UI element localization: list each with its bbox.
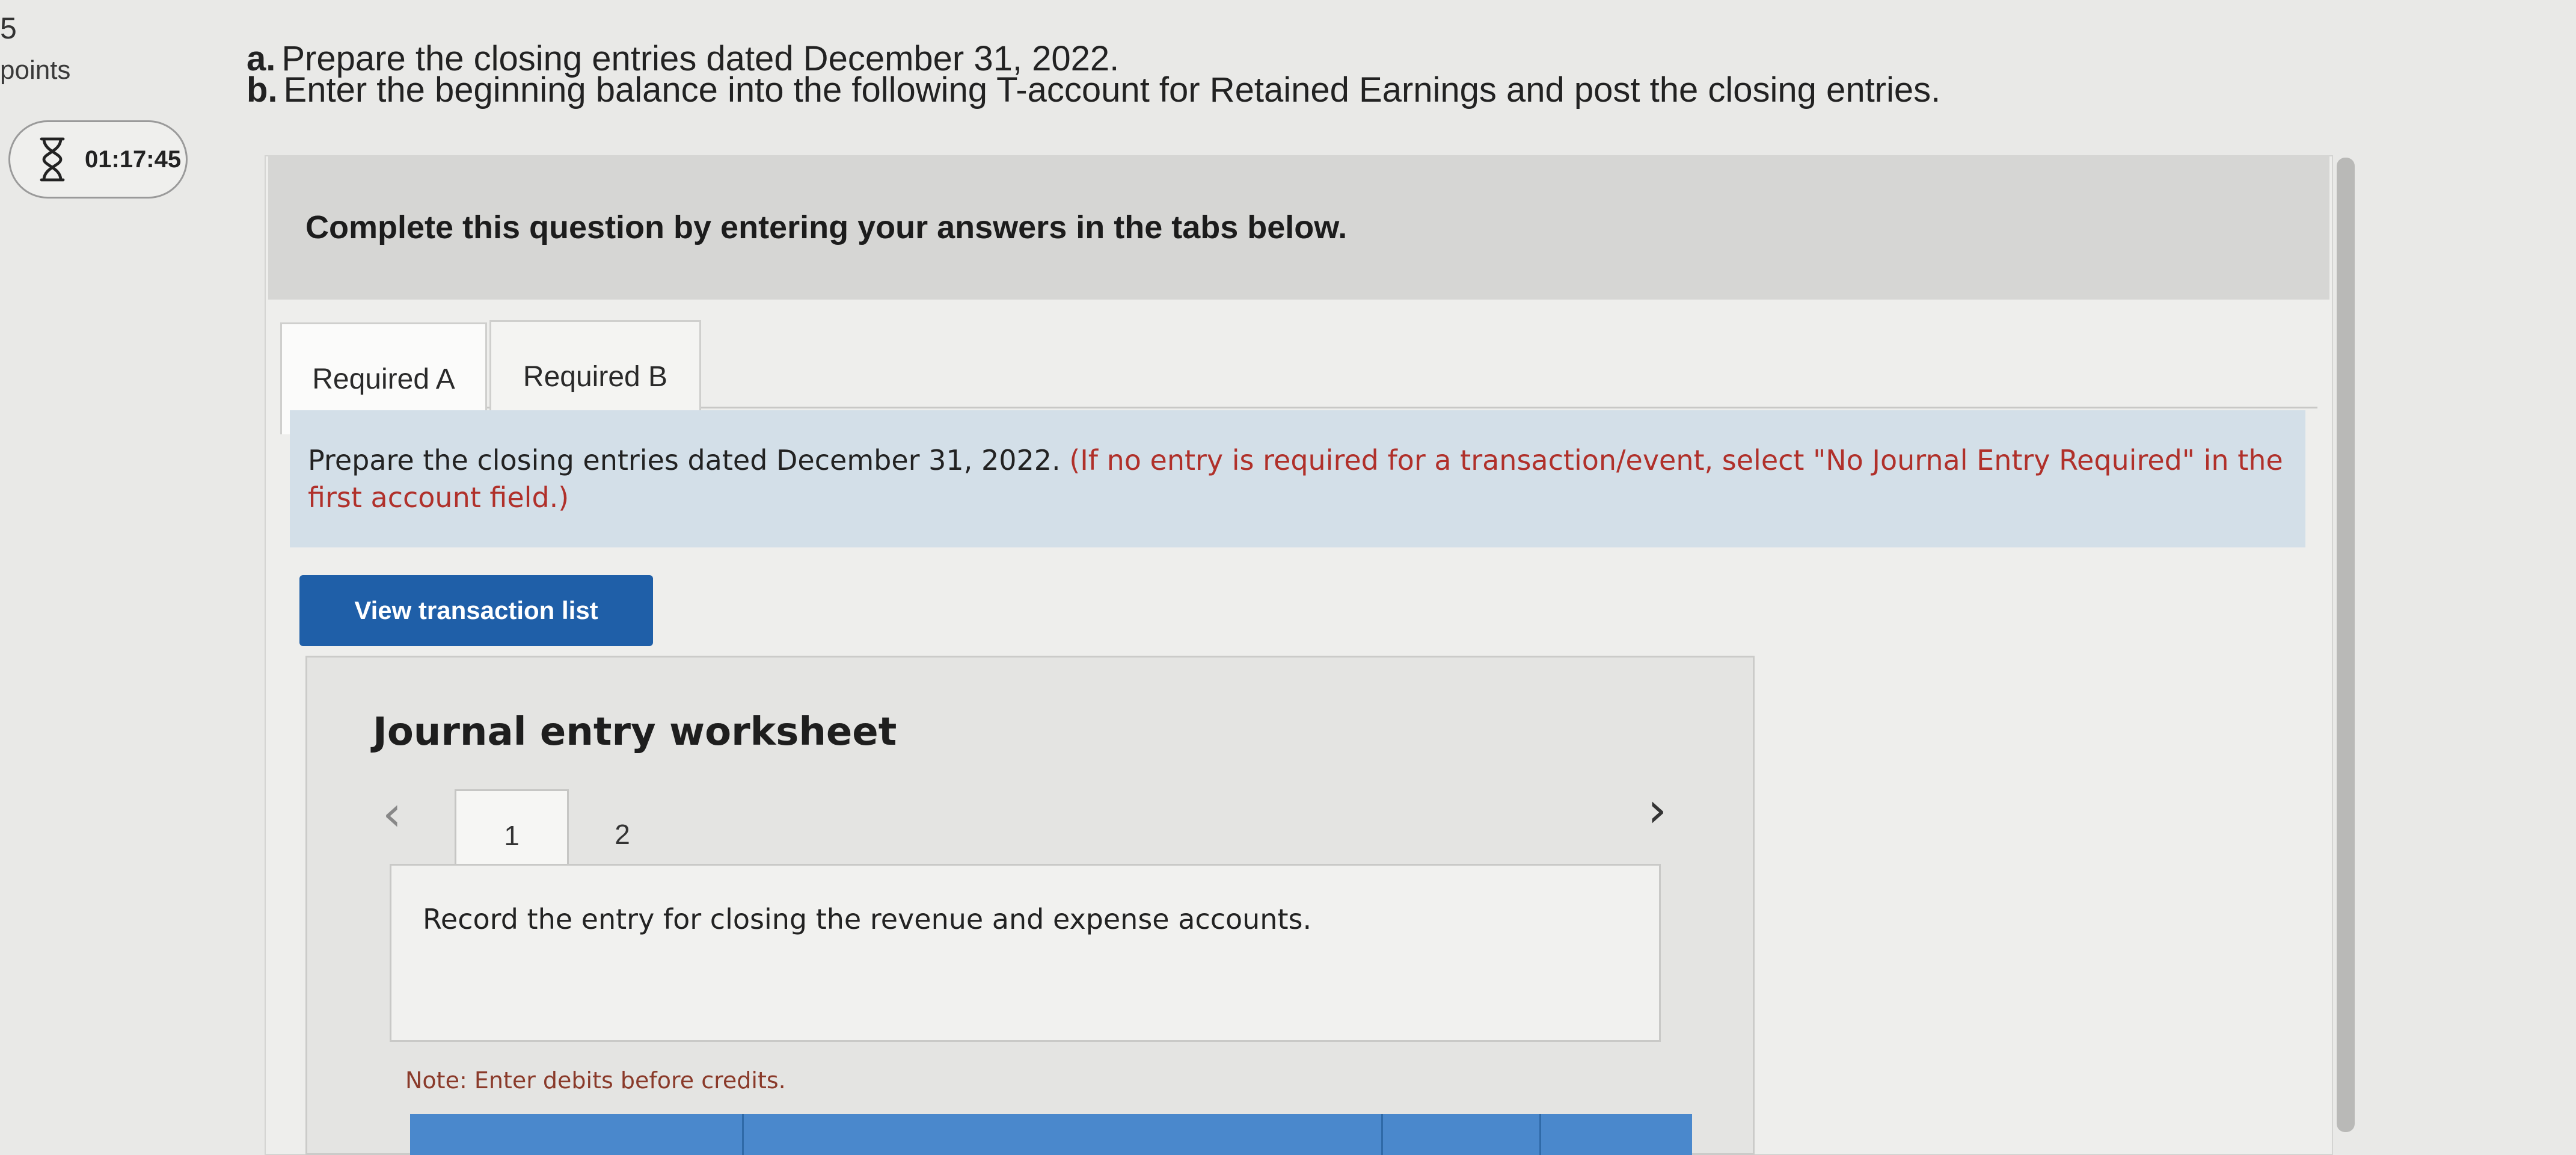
table-header-cell xyxy=(410,1114,744,1155)
banner-main-text: Prepare the closing entries dated Decemb… xyxy=(308,444,1061,476)
question-header-text: Complete this question by entering your … xyxy=(305,209,1348,245)
points-label: points xyxy=(0,55,71,85)
table-header-cell xyxy=(1383,1114,1541,1155)
instruction-b: b. Enter the beginning balance into the f… xyxy=(247,70,1940,110)
debits-note: Note: Enter debits before credits. xyxy=(405,1067,786,1094)
table-header-cell xyxy=(744,1114,1383,1155)
table-header-cell xyxy=(1541,1114,1691,1155)
instruction-b-text: Enter the beginning balance into the fol… xyxy=(283,70,1941,109)
journal-table-header xyxy=(410,1114,1692,1155)
question-number: 5 xyxy=(0,11,17,45)
hourglass-icon xyxy=(40,137,65,182)
scrollbar[interactable] xyxy=(2337,158,2355,1132)
question-header: Complete this question by entering your … xyxy=(268,155,2329,300)
record-entry-box: Record the entry for closing the revenue… xyxy=(390,864,1661,1042)
record-entry-text: Record the entry for closing the revenue… xyxy=(423,903,1312,935)
chevron-left-icon[interactable]: ‹ xyxy=(382,786,402,842)
chevron-right-icon[interactable]: › xyxy=(1648,782,1667,838)
worksheet-title: Journal entry worksheet xyxy=(373,710,897,754)
instruction-banner: Prepare the closing entries dated Decemb… xyxy=(290,410,2305,547)
view-transaction-list-button[interactable]: View transaction list xyxy=(299,575,653,646)
timer[interactable]: 01:17:45 xyxy=(8,120,188,199)
timer-value: 01:17:45 xyxy=(85,146,182,173)
instruction-b-marker: b. xyxy=(247,70,278,109)
tab-divider xyxy=(487,407,2317,408)
